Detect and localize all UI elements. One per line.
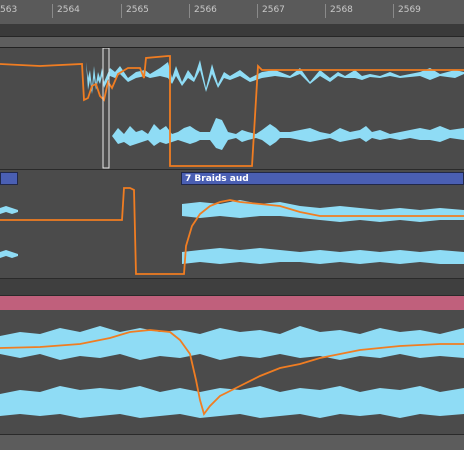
ruler-tick: 2564	[52, 4, 80, 18]
track-2-lane[interactable]	[0, 186, 464, 279]
scroll-strip[interactable]	[0, 24, 464, 37]
waveform-upper-left	[0, 206, 18, 214]
waveform-upper	[182, 200, 464, 222]
loop-marker[interactable]	[102, 48, 110, 169]
clip-header-braids[interactable]: 7 Braids aud	[181, 172, 464, 185]
gap	[0, 279, 464, 295]
ruler-tick: 2565	[121, 4, 149, 18]
waveform-upper	[0, 326, 464, 360]
waveform-lower	[112, 118, 464, 150]
track-2-waveform	[0, 187, 464, 275]
ruler-tick: 2568	[325, 4, 353, 18]
ruler-tick: 2566	[189, 4, 217, 18]
track-3-lane[interactable]	[0, 310, 464, 435]
track-2-header-row: 7 Braids aud	[0, 170, 464, 186]
ruler-tick: 563	[0, 5, 18, 15]
track-1-lane[interactable]	[0, 48, 464, 170]
ruler-tick: 2569	[393, 4, 421, 18]
waveform-lower	[182, 248, 464, 264]
clip-header[interactable]	[0, 172, 18, 185]
bottom-scrollbar[interactable]	[0, 435, 464, 450]
track-1-waveform	[0, 48, 464, 169]
marker-strip[interactable]	[0, 295, 464, 311]
track-3-waveform	[0, 326, 464, 418]
automation-envelope[interactable]	[0, 55, 464, 167]
timeline-ruler[interactable]: 563 2564 2565 2566 2567 2568 2569	[0, 0, 464, 25]
track-1-clip-header[interactable]	[0, 37, 464, 48]
ruler-tick: 2567	[257, 4, 285, 18]
waveform-lower-left	[0, 250, 18, 258]
